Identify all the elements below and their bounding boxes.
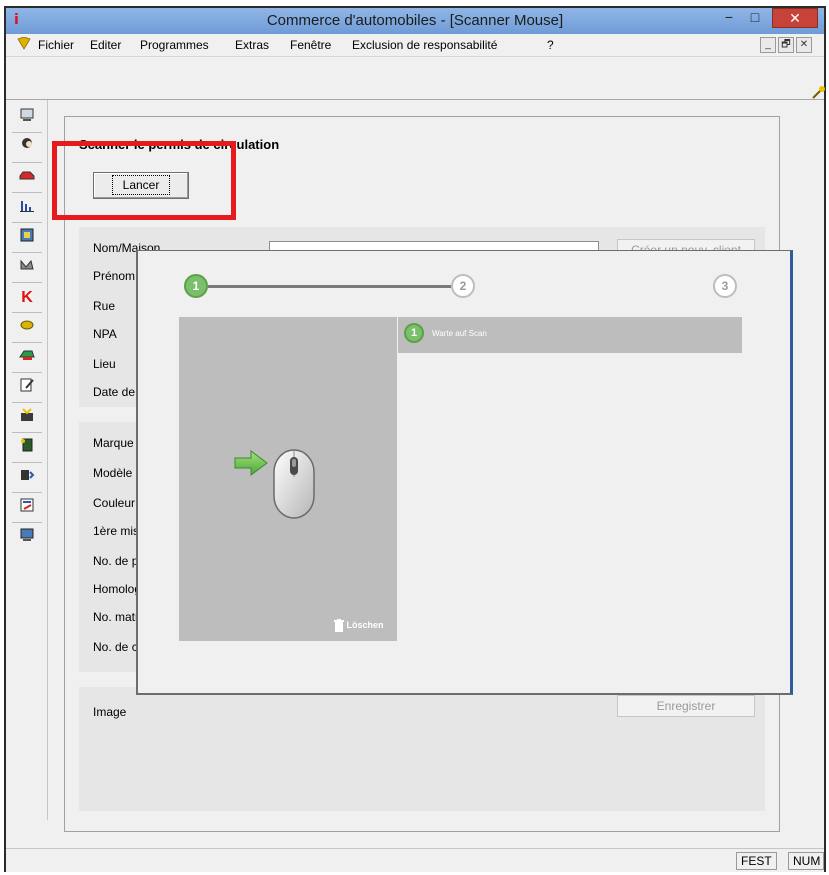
tools-icon[interactable] <box>10 256 44 280</box>
form-icon[interactable] <box>10 496 44 520</box>
separator <box>12 132 42 133</box>
menu-fenetre[interactable]: Fenêtre <box>290 38 331 52</box>
label-npa: NPA <box>93 327 117 341</box>
label-no-de-p: No. de p <box>93 554 139 568</box>
separator <box>12 222 42 223</box>
car-parts-icon[interactable] <box>10 346 44 370</box>
menu-extras[interactable]: Extras <box>235 38 269 52</box>
save-button[interactable]: Enregistrer <box>617 695 755 717</box>
separator <box>12 192 42 193</box>
label-prenom: Prénom <box>93 269 136 283</box>
scan-list-item[interactable]: 1 Warte auf Scan <box>398 317 742 353</box>
image-panel: Image Enregistrer <box>79 687 765 811</box>
separator <box>12 342 42 343</box>
highlight-box <box>52 141 236 220</box>
import-icon[interactable] <box>10 406 44 430</box>
label-date: Date de <box>93 385 136 399</box>
mdi-minimize-button[interactable]: _ <box>760 37 776 53</box>
menu-bar: Fichier Editer Programmes Extras Fenêtre… <box>6 34 824 56</box>
mouse-icon <box>271 447 317 524</box>
label-marque: Marque <box>93 436 134 450</box>
edit-icon[interactable] <box>10 376 44 400</box>
label-couleur: Couleur <box>93 496 136 510</box>
k-icon[interactable]: K <box>10 286 44 310</box>
mdi-close-button[interactable]: ✕ <box>796 37 812 53</box>
status-fest: FEST <box>736 852 777 870</box>
status-bar: FEST NUM <box>6 848 824 872</box>
scanner-dialog: 1 2 3 Löschen 1 Warte auf Scan <box>136 250 793 695</box>
separator <box>12 492 42 493</box>
delete-control[interactable]: Löschen <box>334 619 384 632</box>
person-icon[interactable] <box>10 136 44 160</box>
step-2-indicator: 2 <box>451 274 475 298</box>
status-num: NUM <box>788 852 824 870</box>
menu-fichier[interactable]: Fichier <box>38 38 74 52</box>
swap-icon[interactable] <box>10 466 44 490</box>
label-homolog: Homolog <box>93 582 142 596</box>
minimize-button[interactable]: − <box>716 8 742 28</box>
scan-preview-area[interactable]: Löschen <box>179 317 397 641</box>
trash-icon <box>334 619 344 632</box>
maximize-button[interactable]: □ <box>742 8 768 28</box>
label-image: Image <box>93 705 127 719</box>
menu-help[interactable]: ? <box>547 38 554 52</box>
label-rue: Rue <box>93 299 116 313</box>
chart-icon[interactable] <box>10 196 44 220</box>
label-no-de-c: No. de c <box>93 640 138 654</box>
separator <box>12 462 42 463</box>
window-title: Commerce d'automobiles - [Scanner Mouse] <box>266 12 564 29</box>
menu-programmes[interactable]: Programmes <box>140 38 209 52</box>
car-icon[interactable] <box>10 166 44 190</box>
separator <box>12 162 42 163</box>
separator <box>12 522 42 523</box>
title-bar[interactable]: i Commerce d'automobiles - [Scanner Mous… <box>6 8 824 34</box>
label-no-matr: No. matr <box>93 610 140 624</box>
separator <box>12 312 42 313</box>
left-toolbar: K <box>6 100 48 820</box>
separator <box>12 372 42 373</box>
mdi-restore-button[interactable]: 🗗 <box>778 37 794 53</box>
label-modele: Modèle <box>93 466 133 480</box>
toolbar <box>6 56 826 102</box>
green-arrow-icon <box>233 449 269 480</box>
step-progress-line <box>208 285 451 288</box>
separator <box>12 282 42 283</box>
separator <box>12 402 42 403</box>
coin-icon[interactable] <box>10 316 44 340</box>
separator <box>12 252 42 253</box>
list-item-status: Warte auf Scan <box>432 329 487 338</box>
computer-icon[interactable] <box>10 106 44 130</box>
film-icon[interactable] <box>10 226 44 250</box>
wizard-icon[interactable] <box>812 85 826 102</box>
menu-editer[interactable]: Editer <box>90 38 121 52</box>
separator <box>12 432 42 433</box>
list-item-number: 1 <box>404 323 424 343</box>
document-menu-icon[interactable] <box>16 36 32 51</box>
label-premiere-mise: 1ère mis <box>93 524 140 538</box>
menu-exclusion[interactable]: Exclusion de responsabilité <box>352 38 497 52</box>
document-icon[interactable] <box>10 436 44 460</box>
step-1-indicator: 1 <box>184 274 208 298</box>
step-3-indicator: 3 <box>713 274 737 298</box>
monitor-icon[interactable] <box>10 526 44 550</box>
delete-label: Löschen <box>346 619 384 630</box>
close-button[interactable]: ✕ <box>772 8 818 28</box>
label-lieu: Lieu <box>93 357 116 371</box>
